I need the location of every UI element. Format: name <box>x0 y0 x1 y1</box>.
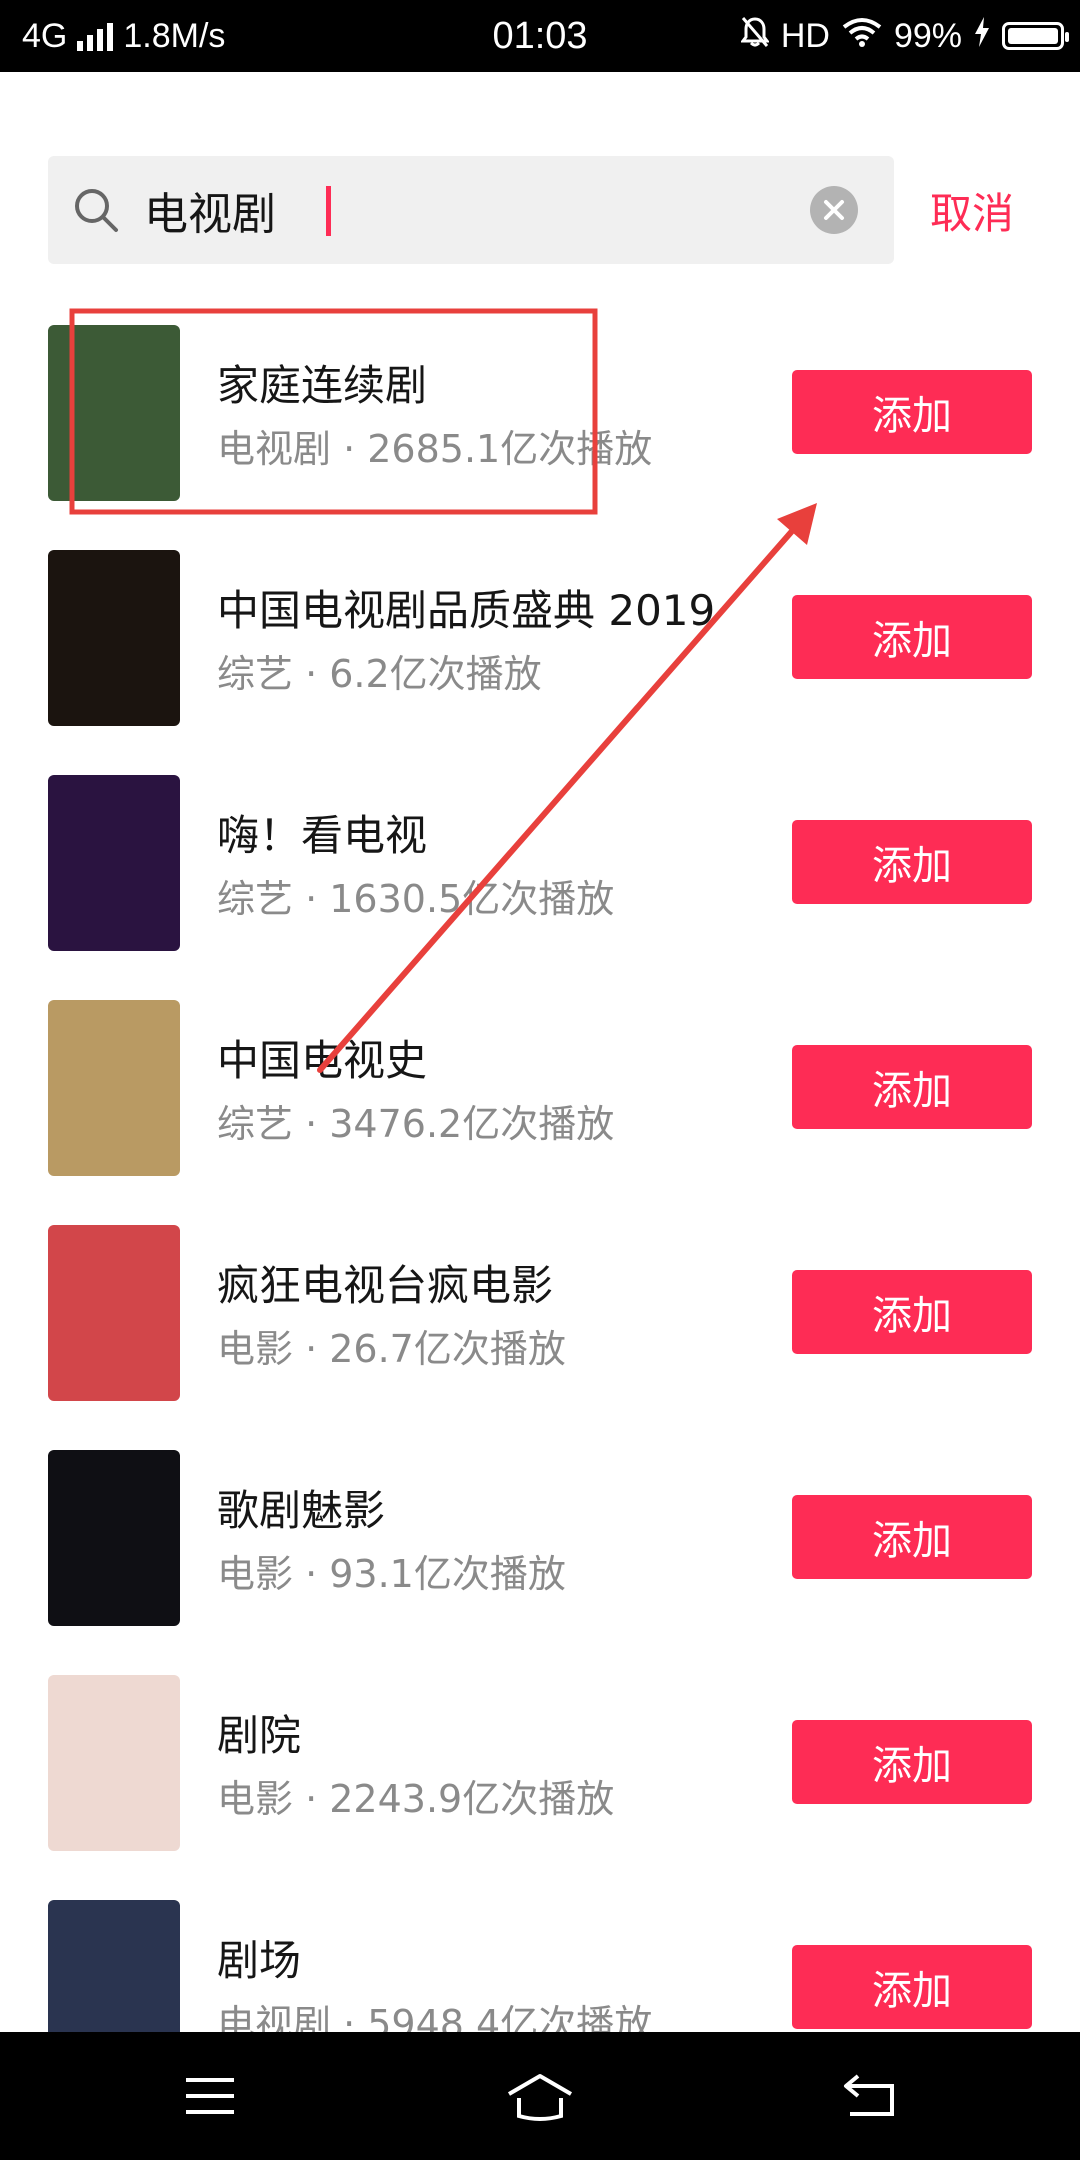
add-button[interactable]: 添加 <box>792 1495 1032 1579</box>
bell-off-icon <box>739 16 770 57</box>
result-meta: 综艺 · 3476.2亿次播放 <box>217 1102 615 1146</box>
result-thumbnail[interactable] <box>48 325 180 501</box>
add-button[interactable]: 添加 <box>792 1270 1032 1354</box>
result-title: 家庭连续剧 <box>217 361 428 410</box>
hd-label: HD <box>780 16 830 55</box>
battery-percent: 99% <box>893 16 962 55</box>
navigation-bar <box>0 2032 1080 2160</box>
close-icon <box>824 200 844 220</box>
wifi-icon <box>842 17 882 56</box>
add-button[interactable]: 添加 <box>792 1045 1032 1129</box>
result-meta: 综艺 · 6.2亿次播放 <box>217 652 542 696</box>
result-title: 剧场 <box>217 1936 302 1985</box>
result-item[interactable]: 中国电视剧品质盛典 2019 综艺 · 6.2亿次播放 添加 <box>0 525 1080 750</box>
add-button[interactable]: 添加 <box>792 820 1032 904</box>
status-right: HD 99% <box>739 0 1069 72</box>
result-item[interactable]: 歌剧魅影 电影 · 93.1亿次播放 添加 <box>0 1425 1080 1650</box>
back-icon[interactable] <box>842 2072 898 2120</box>
result-thumbnail[interactable] <box>48 1675 180 1851</box>
result-title: 疯狂电视台疯电影 <box>217 1261 554 1310</box>
result-item[interactable]: 剧场 电视剧 · 5948.4亿次播放 添加 <box>0 1875 1080 2032</box>
search-results-list[interactable]: 家庭连续剧 电视剧 · 2685.1亿次播放 添加 中国电视剧品质盛典 2019… <box>0 300 1080 2032</box>
result-meta: 电影 · 26.7亿次播放 <box>217 1327 566 1371</box>
cancel-button[interactable]: 取消 <box>930 156 1014 264</box>
result-title: 剧院 <box>217 1711 302 1760</box>
result-meta: 电视剧 · 5948.4亿次播放 <box>217 2002 653 2032</box>
add-button[interactable]: 添加 <box>792 595 1032 679</box>
clear-search-button[interactable] <box>810 186 858 234</box>
result-item[interactable]: 剧院 电影 · 2243.9亿次播放 添加 <box>0 1650 1080 1875</box>
result-item[interactable]: 中国电视史 综艺 · 3476.2亿次播放 添加 <box>0 975 1080 1200</box>
clock-time: 01:03 <box>492 14 588 57</box>
charging-icon <box>974 16 990 56</box>
home-icon[interactable] <box>505 2072 575 2122</box>
result-title: 嗨！看电视 <box>217 811 428 860</box>
battery-icon <box>1002 22 1069 50</box>
result-thumbnail[interactable] <box>48 1450 180 1626</box>
status-bar: 4G 1.8M/s 01:03 HD 99% <box>0 0 1080 72</box>
search-input[interactable] <box>144 156 824 264</box>
search-icon <box>75 189 118 232</box>
result-thumbnail[interactable] <box>48 1900 180 2032</box>
result-title: 歌剧魅影 <box>217 1486 386 1535</box>
result-meta: 电影 · 2243.9亿次播放 <box>217 1777 615 1821</box>
result-item[interactable]: 疯狂电视台疯电影 电影 · 26.7亿次播放 添加 <box>0 1200 1080 1425</box>
menu-icon[interactable] <box>184 2076 236 2116</box>
result-thumbnail[interactable] <box>48 775 180 951</box>
battery-fill <box>1008 28 1058 44</box>
text-cursor <box>326 186 331 236</box>
add-button[interactable]: 添加 <box>792 370 1032 454</box>
result-thumbnail[interactable] <box>48 1000 180 1176</box>
add-button[interactable]: 添加 <box>792 1945 1032 2029</box>
result-meta: 电视剧 · 2685.1亿次播放 <box>217 427 653 471</box>
result-title: 中国电视剧品质盛典 2019 <box>217 586 716 635</box>
result-thumbnail[interactable] <box>48 1225 180 1401</box>
result-meta: 综艺 · 1630.5亿次播放 <box>217 877 615 921</box>
result-meta: 电影 · 93.1亿次播放 <box>217 1552 566 1596</box>
result-item[interactable]: 嗨！看电视 综艺 · 1630.5亿次播放 添加 <box>0 750 1080 975</box>
search-bar[interactable] <box>48 156 894 264</box>
result-item[interactable]: 家庭连续剧 电视剧 · 2685.1亿次播放 添加 <box>0 300 1080 525</box>
result-title: 中国电视史 <box>217 1036 428 1085</box>
result-thumbnail[interactable] <box>48 550 180 726</box>
add-button[interactable]: 添加 <box>792 1720 1032 1804</box>
